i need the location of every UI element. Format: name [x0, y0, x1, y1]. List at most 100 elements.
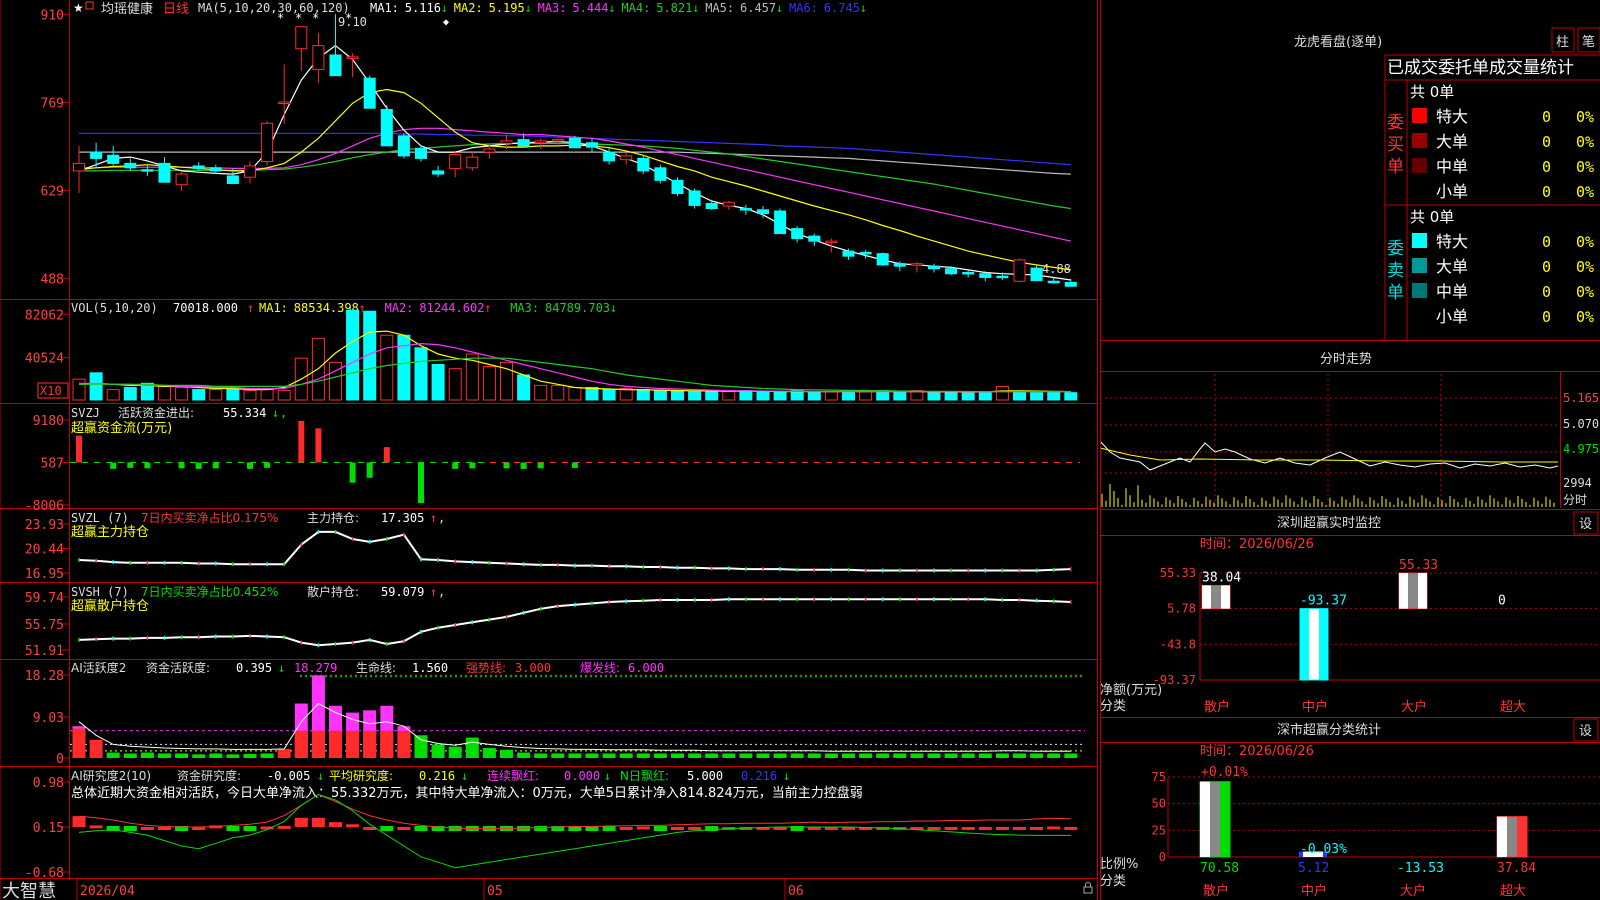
order-color-swatch — [1412, 258, 1427, 273]
order-type: 特大 — [1436, 107, 1468, 126]
date-label: 06 — [788, 884, 804, 899]
svzl-header: SVZL (7) 7日内买卖净占比0.175% 主力持仓: 17.305 ↑ ,… — [71, 510, 445, 540]
lock-icon-shackle — [1085, 882, 1091, 887]
svzl-comma: , — [438, 511, 445, 525]
activity-bar-green — [1064, 753, 1078, 758]
activity-bar-green — [739, 753, 753, 758]
svzj-chart[interactable] — [70, 420, 1080, 503]
research-bar — [927, 827, 941, 830]
volume-bar — [192, 389, 206, 401]
volume-bar — [773, 391, 787, 401]
candle-body — [893, 263, 906, 267]
activity-bar-green — [482, 748, 496, 758]
stats-chart[interactable]: 75 50 25 0 70.58 散户 5.12 中户 -13.53 大户 37.84 超大 +0.01… — [1152, 765, 1600, 899]
ma-value: 6.745 — [824, 1, 860, 15]
ma-label: MA3: — [538, 1, 567, 15]
ma-value: 5.444 — [572, 1, 608, 15]
activity-bar-green — [893, 753, 907, 758]
candle-body — [124, 162, 137, 169]
candle-body — [363, 77, 376, 109]
stats-y-label: 75 — [1152, 770, 1166, 784]
sell-side-char: 委 — [1387, 239, 1404, 259]
y-tick-label: 9180 — [33, 414, 64, 429]
activity-bar-green — [1013, 753, 1026, 758]
svsh-arrow: ↑ — [430, 585, 437, 599]
monitor-chart[interactable]: 55.33 5.78 -43.8 -93.37 38.04 散户 -93.37 中户 55.33… — [1153, 558, 1600, 715]
candle-body — [928, 265, 940, 270]
chart-workspace[interactable]: ★ 均瑶健康 日线 MA(5,10,20,30,60,120) MA1: 5.11… — [0, 0, 1600, 900]
ai-res-value2: 0.216 — [419, 769, 455, 783]
buy-side-char: 买 — [1387, 135, 1404, 155]
candle-body — [90, 151, 103, 159]
star-icon[interactable]: ★ — [73, 1, 84, 15]
candle-body — [329, 54, 342, 77]
candle-body — [551, 139, 564, 142]
svzj-arrow: ↓ — [272, 406, 279, 420]
order-pct: 0% — [1576, 258, 1594, 276]
monitor-time: 时间：2026/06/26 — [1200, 537, 1314, 552]
activity-bar-green — [978, 753, 992, 758]
activity-bar-green — [807, 753, 821, 758]
intraday-unit: 分时 — [1563, 493, 1587, 507]
order-color-swatch — [1412, 133, 1427, 148]
ai-res-comment: 总体近期大资金相对活跃，今日大单净流入：55.332万元，其中特大单净流入：0万… — [71, 785, 863, 801]
volume-bar — [106, 389, 120, 401]
candle-body — [500, 140, 513, 144]
order-count: 0 — [1542, 183, 1551, 201]
price-chart[interactable] — [73, 14, 1077, 287]
intraday-chart[interactable] — [1099, 440, 1559, 507]
monitor-x-title: 分类 — [1100, 699, 1126, 714]
volume-chart[interactable] — [72, 309, 1078, 401]
monitor-bar-label: 55.33 — [1399, 558, 1438, 573]
y-tick-label: 59.74 — [25, 591, 64, 606]
svsh-subtitle: 超赢散户持仓 — [71, 598, 149, 614]
ma-value: 5.116 — [405, 1, 441, 15]
research-bar — [243, 826, 257, 831]
candle-body — [842, 250, 855, 257]
y-tick-label: 51.91 — [25, 644, 64, 659]
research-bar — [329, 822, 342, 827]
flow-bar — [127, 462, 134, 468]
ai-activity-chart[interactable] — [70, 674, 1085, 758]
y-tick-label: 0 — [56, 752, 64, 767]
stats-title: 深市超赢分类统计 — [1277, 722, 1381, 738]
date-label: 2026/04 — [80, 884, 135, 899]
candle-body — [586, 142, 598, 148]
activity-bar-green — [671, 753, 684, 758]
candle-body — [141, 169, 154, 172]
candle-body — [654, 167, 667, 181]
research-bar — [158, 827, 171, 830]
intraday-price-low: 4.975 — [1563, 442, 1599, 456]
svsh-chart[interactable] — [78, 597, 1072, 648]
order-count: 0 — [1542, 283, 1551, 301]
monitor-bar-label: 38.04 — [1202, 570, 1241, 585]
order-count: 0 — [1542, 108, 1551, 126]
ai-research-header: AI研究度2(10) 资金研究度: -0.005 ↓ 平均研究度: 0.216 … — [71, 768, 863, 801]
candle-body — [107, 154, 120, 164]
ai-research-chart[interactable] — [72, 793, 1078, 869]
activity-bar-green — [1047, 753, 1061, 758]
vol-sep: ↑ — [247, 301, 254, 315]
monitor-bar-shade — [1319, 608, 1328, 680]
activity-bar-green — [859, 753, 873, 758]
research-bar — [311, 817, 325, 827]
volume-bar — [329, 361, 342, 401]
activity-bar-green — [140, 752, 154, 758]
vol-ma-label: MA3: — [510, 301, 539, 315]
svzl-chart[interactable] — [78, 529, 1072, 573]
research-bar — [1064, 827, 1078, 830]
ai-act-value3: 1.560 — [412, 661, 448, 675]
intraday-price-mid: 5.070 — [1563, 417, 1599, 431]
candle-body — [380, 109, 393, 147]
research-bar — [1013, 827, 1026, 830]
research-bar — [636, 826, 650, 830]
candle-body — [73, 162, 85, 172]
candle-body — [312, 45, 325, 70]
activity-bar-green — [756, 753, 770, 758]
research-bar — [89, 825, 103, 829]
volume-bar — [1030, 392, 1044, 401]
svzl-value: 17.305 — [381, 511, 424, 525]
volume-bar — [209, 389, 223, 401]
research-bar — [961, 827, 975, 830]
ai-res-value5: 0.216 — [741, 769, 777, 783]
